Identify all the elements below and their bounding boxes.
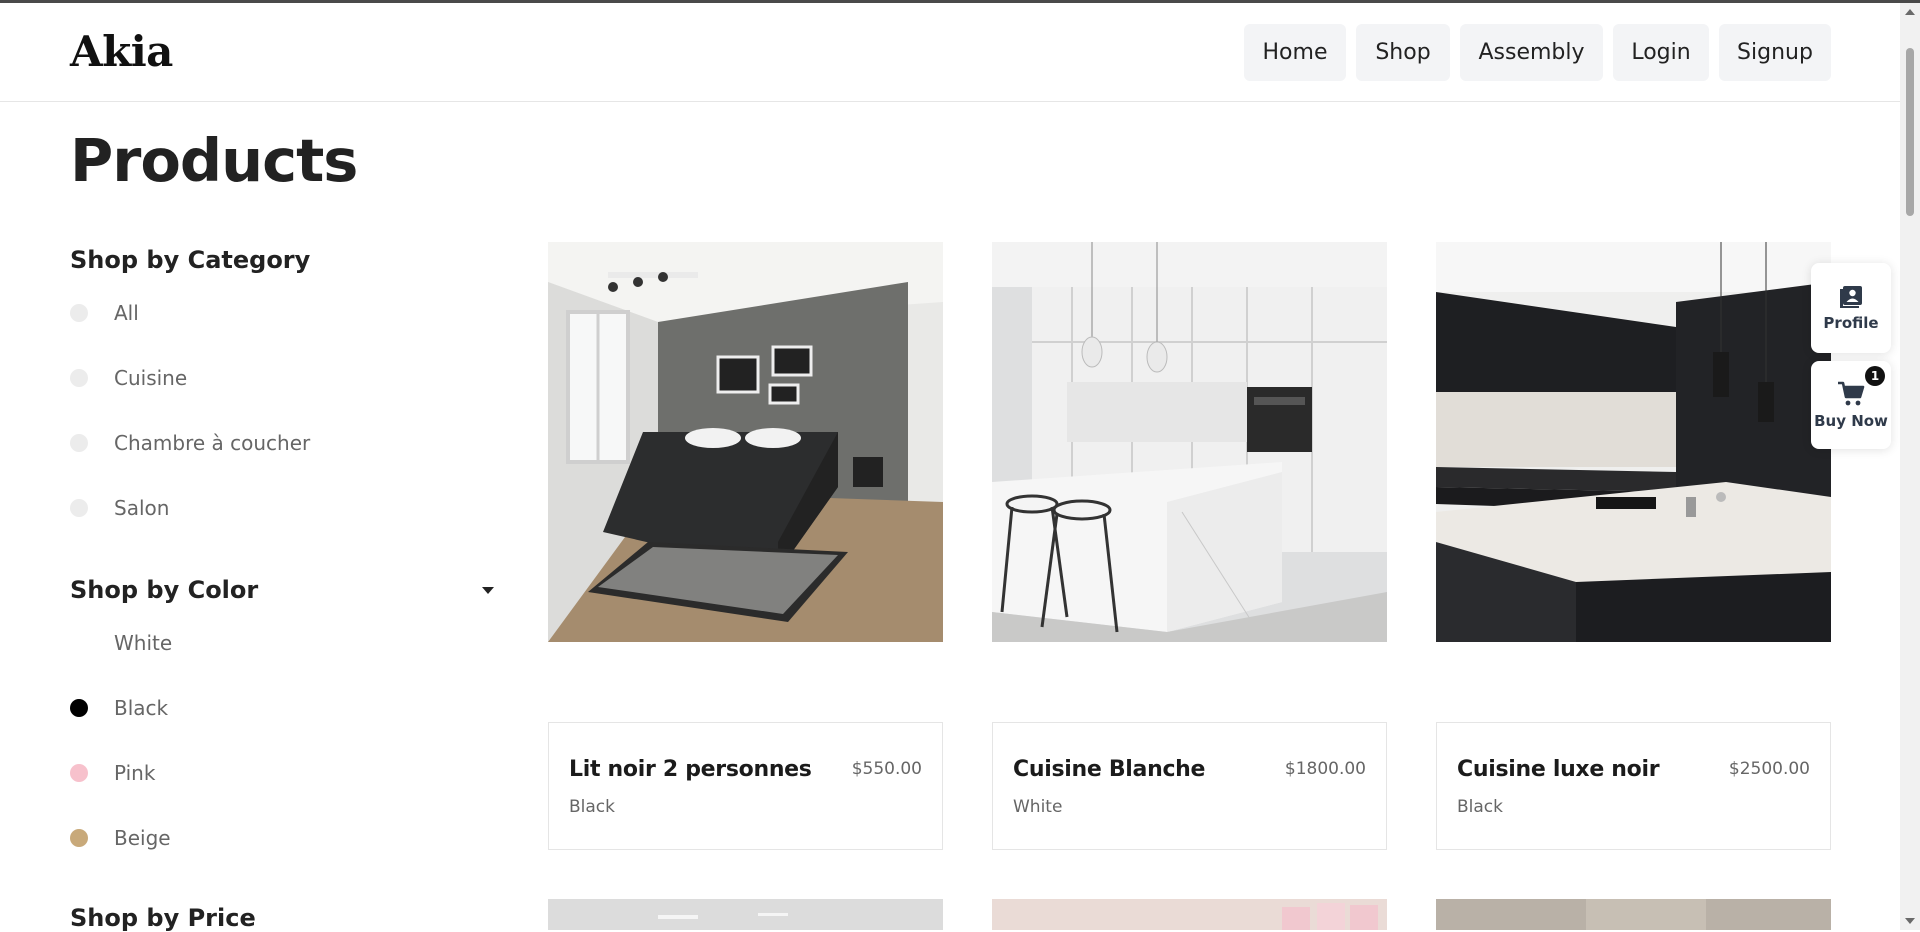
main-nav: Home Shop Assembly Login Signup bbox=[1244, 24, 1831, 81]
product-price: $2500.00 bbox=[1728, 759, 1810, 779]
page-title: Products bbox=[70, 126, 358, 195]
nav-home-button[interactable]: Home bbox=[1244, 24, 1346, 81]
color-filter-heading: Shop by Color bbox=[70, 576, 259, 604]
product-name[interactable]: Lit noir 2 personnes bbox=[569, 757, 812, 782]
bedroom-photo bbox=[548, 242, 943, 642]
product-price: $550.00 bbox=[851, 759, 922, 779]
product-info: Cuisine luxe noir $2500.00 Black bbox=[1436, 722, 1831, 850]
product-name[interactable]: Cuisine luxe noir bbox=[1457, 757, 1660, 782]
category-option-label: All bbox=[114, 301, 139, 325]
color-option-label: Beige bbox=[114, 826, 171, 850]
product-info: Lit noir 2 personnes $550.00 Black bbox=[548, 722, 943, 850]
product-image[interactable] bbox=[992, 242, 1387, 642]
category-option-label: Chambre à coucher bbox=[114, 431, 311, 455]
product-name[interactable]: Cuisine Blanche bbox=[1013, 757, 1205, 782]
product-image[interactable] bbox=[1436, 242, 1831, 642]
site-logo[interactable]: Akia bbox=[70, 27, 173, 76]
color-swatch[interactable] bbox=[70, 699, 88, 717]
black-kitchen-photo bbox=[1436, 242, 1831, 642]
chevron-down-icon[interactable] bbox=[482, 587, 494, 594]
radio-icon[interactable] bbox=[70, 304, 88, 322]
category-option-label: Salon bbox=[114, 496, 170, 520]
profile-label: Profile bbox=[1823, 314, 1879, 332]
product-info: Cuisine Blanche $1800.00 White bbox=[992, 722, 1387, 850]
site-header: Akia Home Shop Assembly Login Signup bbox=[0, 3, 1900, 102]
scroll-up-icon[interactable] bbox=[1905, 9, 1915, 15]
product-color: Black bbox=[1457, 797, 1503, 817]
product-image-partial[interactable] bbox=[1436, 899, 1831, 930]
cart-count-badge: 1 bbox=[1865, 366, 1885, 386]
color-swatch[interactable] bbox=[70, 634, 88, 652]
scroll-down-icon[interactable] bbox=[1905, 918, 1915, 924]
product-color: Black bbox=[569, 797, 615, 817]
product-image-partial[interactable] bbox=[992, 899, 1387, 930]
color-option-label: Pink bbox=[114, 761, 156, 785]
radio-icon[interactable] bbox=[70, 369, 88, 387]
nav-assembly-button[interactable]: Assembly bbox=[1460, 24, 1603, 81]
color-option-white[interactable]: White bbox=[70, 630, 172, 656]
product-image-partial[interactable] bbox=[548, 899, 943, 930]
nav-shop-button[interactable]: Shop bbox=[1356, 24, 1450, 81]
scrollbar-thumb[interactable] bbox=[1906, 48, 1914, 216]
radio-icon[interactable] bbox=[70, 499, 88, 517]
nav-login-button[interactable]: Login bbox=[1613, 24, 1709, 81]
product-photo-partial bbox=[1436, 899, 1831, 930]
category-option-chambre[interactable]: Chambre à coucher bbox=[70, 430, 310, 456]
price-filter-heading: Shop by Price bbox=[70, 904, 256, 932]
page-scrollbar[interactable] bbox=[1900, 3, 1920, 930]
category-option-salon[interactable]: Salon bbox=[70, 495, 169, 521]
radio-icon[interactable] bbox=[70, 434, 88, 452]
color-option-pink[interactable]: Pink bbox=[70, 760, 155, 786]
profile-icon bbox=[1840, 286, 1862, 308]
profile-button[interactable]: Profile bbox=[1811, 263, 1891, 353]
color-option-label: White bbox=[114, 631, 173, 655]
product-photo-partial bbox=[548, 899, 943, 930]
cart-buy-now-button[interactable]: 1 Buy Now bbox=[1811, 361, 1891, 449]
color-option-black[interactable]: Black bbox=[70, 695, 168, 721]
product-color: White bbox=[1013, 797, 1063, 817]
cart-label: Buy Now bbox=[1814, 412, 1888, 430]
nav-signup-button[interactable]: Signup bbox=[1719, 24, 1831, 81]
color-swatch[interactable] bbox=[70, 764, 88, 782]
cart-icon bbox=[1838, 381, 1865, 406]
product-image[interactable] bbox=[548, 242, 943, 642]
color-swatch[interactable] bbox=[70, 829, 88, 847]
product-photo-partial bbox=[992, 899, 1387, 930]
color-option-beige[interactable]: Beige bbox=[70, 825, 171, 851]
category-option-all[interactable]: All bbox=[70, 300, 139, 326]
category-option-label: Cuisine bbox=[114, 366, 188, 390]
product-price: $1800.00 bbox=[1284, 759, 1366, 779]
category-option-cuisine[interactable]: Cuisine bbox=[70, 365, 187, 391]
category-filter-heading: Shop by Category bbox=[70, 246, 311, 274]
color-option-label: Black bbox=[114, 696, 169, 720]
white-kitchen-photo bbox=[992, 242, 1387, 642]
